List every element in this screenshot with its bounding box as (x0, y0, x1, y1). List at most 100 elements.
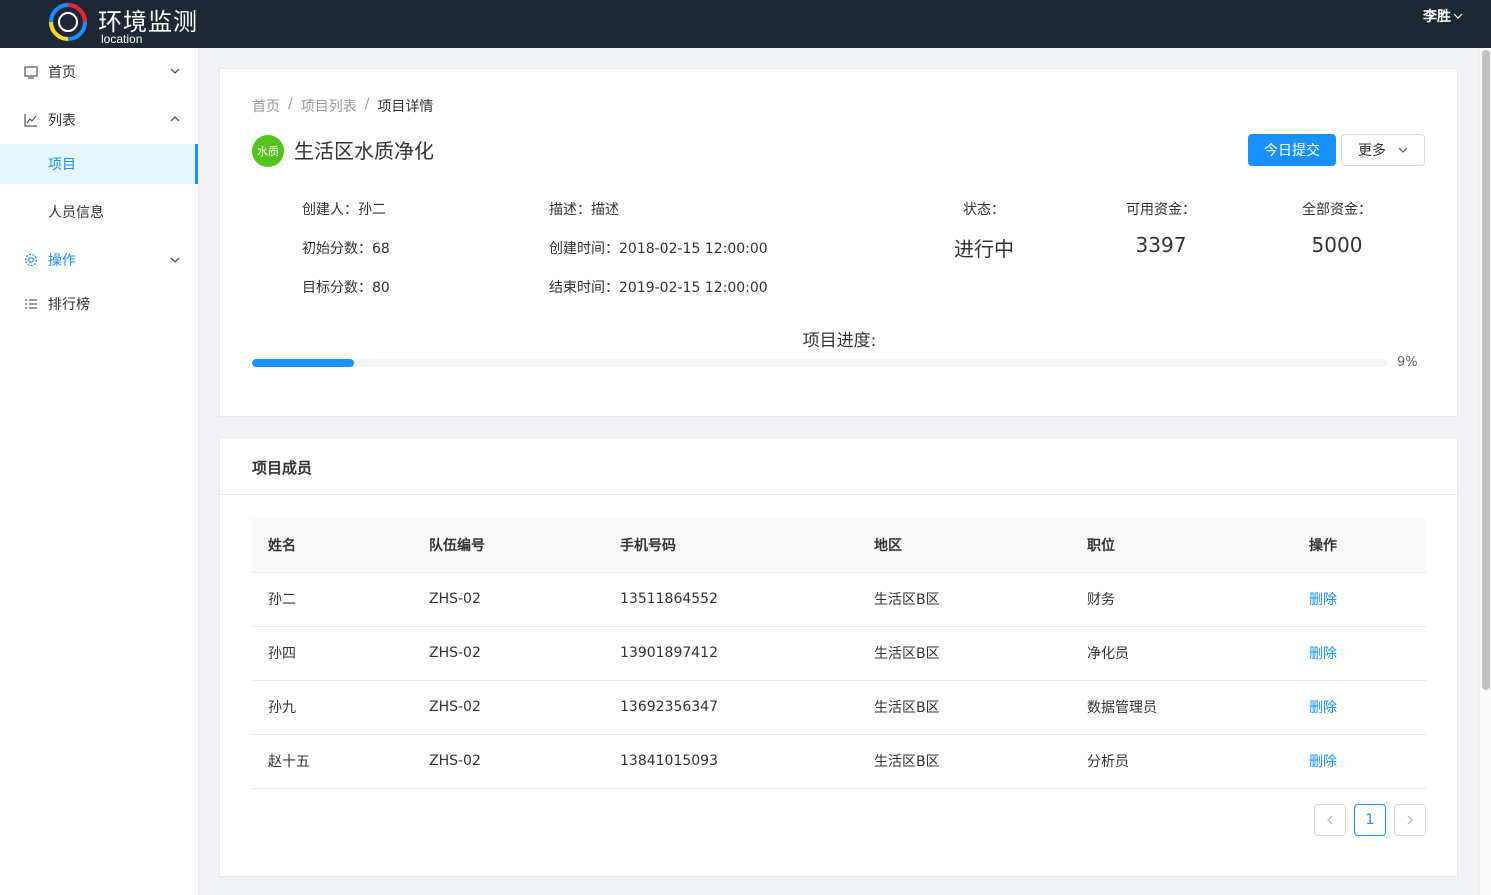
member-region: 生活区B区 (858, 734, 1071, 789)
page-title: 生活区水质净化 (294, 139, 434, 163)
available-funds-value: 3397 (1135, 233, 1187, 257)
table-row: 孙四 ZHS-02 13901897412 生活区B区 净化员 删除 (252, 626, 1426, 681)
sidebar-item-operations[interactable]: 操作 (0, 240, 198, 280)
member-region: 生活区B区 (858, 626, 1071, 681)
sidebar-item-home[interactable]: 首页 (0, 48, 198, 96)
progress-bar (252, 359, 1388, 367)
member-position: 数据管理员 (1071, 680, 1293, 735)
breadcrumb: 首页 / 项目列表 / 项目详情 (252, 96, 433, 116)
table-row: 赵十五 ZHS-02 13841015093 生活区B区 分析员 删除 (252, 734, 1426, 789)
table-row: 孙九 ZHS-02 13692356347 生活区B区 数据管理员 删除 (252, 680, 1426, 735)
column-header-action: 操作 (1293, 518, 1426, 573)
member-position: 净化员 (1071, 626, 1293, 681)
sidebar-item-ranking[interactable]: 排行榜 (0, 280, 198, 328)
chevron-down-icon (1398, 147, 1408, 153)
more-label: 更多 (1358, 143, 1386, 159)
status-label: 状态： (963, 202, 1005, 218)
member-region: 生活区B区 (858, 680, 1071, 735)
project-detail-card: 首页 / 项目列表 / 项目详情 水质 生活区水质净化 今日提交 更多 创建人：… (219, 68, 1458, 417)
monitor-icon (24, 65, 38, 79)
description-field: 描述：描述 (549, 202, 619, 218)
member-position: 财务 (1071, 572, 1293, 627)
list-icon (24, 297, 38, 311)
members-card: 项目成员 姓名 队伍编号 手机号码 地区 职位 操作 孙二 ZHS-02 135… (219, 437, 1458, 877)
member-team: ZHS-02 (413, 734, 604, 789)
breadcrumb-current: 项目详情 (377, 99, 434, 115)
sidebar-item-label: 列表 (48, 113, 76, 129)
chevron-down-icon (1453, 13, 1463, 19)
sidebar-item-project[interactable]: 项目 (0, 144, 198, 184)
progress-fill (252, 359, 355, 367)
card-header: 项目成员 (220, 438, 1457, 495)
initial-score-field: 初始分数：68 (302, 241, 390, 257)
table-header-row: 姓名 队伍编号 手机号码 地区 职位 操作 (252, 518, 1426, 573)
column-header-name: 姓名 (252, 518, 413, 573)
member-name: 孙九 (252, 680, 413, 735)
sidebar-item-list[interactable]: 列表 (0, 96, 198, 144)
progress-title: 项目进度: (802, 331, 877, 351)
member-phone: 13901897412 (604, 626, 858, 681)
target-score-field: 目标分数：80 (302, 280, 390, 296)
scrollbar-thumb[interactable] (1482, 50, 1490, 690)
status-value: 进行中 (954, 237, 1014, 261)
progress-percent: 9% (1397, 355, 1418, 370)
member-team: ZHS-02 (413, 626, 604, 681)
sidebar-item-personnel[interactable]: 人员信息 (0, 184, 198, 240)
submit-today-button[interactable]: 今日提交 (1248, 134, 1336, 166)
member-region: 生活区B区 (858, 572, 1071, 627)
chevron-right-icon (1407, 815, 1413, 825)
sidebar-item-label: 人员信息 (48, 205, 104, 221)
table-row: 孙二 ZHS-02 13511864552 生活区B区 财务 删除 (252, 572, 1426, 627)
member-team: ZHS-02 (413, 680, 604, 735)
next-page-button[interactable] (1394, 804, 1426, 836)
app-subtitle: location (101, 32, 143, 46)
chevron-left-icon (1327, 815, 1333, 825)
column-header-team: 队伍编号 (413, 518, 604, 573)
more-dropdown-button[interactable]: 更多 (1341, 134, 1425, 166)
breadcrumb-separator: / (288, 96, 293, 112)
logo-icon (49, 3, 87, 41)
end-time-field: 结束时间：2019-02-15 12:00:00 (549, 280, 768, 296)
member-position: 分析员 (1071, 734, 1293, 789)
breadcrumb-home[interactable]: 首页 (252, 96, 280, 116)
top-header: 环境监测 location 李胜 (0, 0, 1491, 48)
member-phone: 13841015093 (604, 734, 858, 789)
chevron-up-icon (170, 116, 180, 122)
delete-link[interactable]: 删除 (1309, 646, 1337, 662)
delete-link[interactable]: 删除 (1309, 754, 1337, 770)
sidebar: 首页 列表 项目 人员信息 操作 排行榜 (0, 48, 199, 895)
line-chart-icon (24, 113, 38, 127)
user-menu[interactable]: 李胜 (1423, 6, 1463, 26)
sidebar-item-label: 排行榜 (48, 297, 90, 313)
members-title: 项目成员 (252, 459, 313, 477)
column-header-region: 地区 (858, 518, 1071, 573)
column-header-position: 职位 (1071, 518, 1293, 573)
available-funds-label: 可用资金： (1126, 202, 1196, 218)
member-name: 孙二 (252, 572, 413, 627)
member-name: 赵十五 (252, 734, 413, 789)
project-avatar: 水质 (252, 135, 284, 167)
chevron-down-icon (170, 257, 180, 263)
page-button-current[interactable]: 1 (1354, 804, 1386, 836)
sidebar-item-label: 首页 (48, 65, 76, 81)
delete-link[interactable]: 删除 (1309, 592, 1337, 608)
delete-link[interactable]: 删除 (1309, 700, 1337, 716)
sidebar-item-label: 操作 (48, 253, 76, 269)
creator-field: 创建人：孙二 (302, 202, 386, 218)
breadcrumb-project-list[interactable]: 项目列表 (301, 96, 357, 116)
breadcrumb-separator: / (364, 96, 370, 112)
gear-icon (24, 253, 38, 267)
user-name: 李胜 (1423, 9, 1451, 25)
member-phone: 13511864552 (604, 572, 858, 627)
column-header-phone: 手机号码 (604, 518, 858, 573)
total-funds-label: 全部资金： (1302, 202, 1372, 218)
member-team: ZHS-02 (413, 572, 604, 627)
member-name: 孙四 (252, 626, 413, 681)
page-scrollbar[interactable] (1479, 48, 1491, 895)
prev-page-button[interactable] (1314, 804, 1346, 836)
sidebar-item-label: 项目 (48, 157, 76, 173)
created-time-field: 创建时间：2018-02-15 12:00:00 (549, 241, 768, 257)
chevron-down-icon (170, 68, 180, 74)
member-phone: 13692356347 (604, 680, 858, 735)
total-funds-value: 5000 (1311, 233, 1363, 257)
